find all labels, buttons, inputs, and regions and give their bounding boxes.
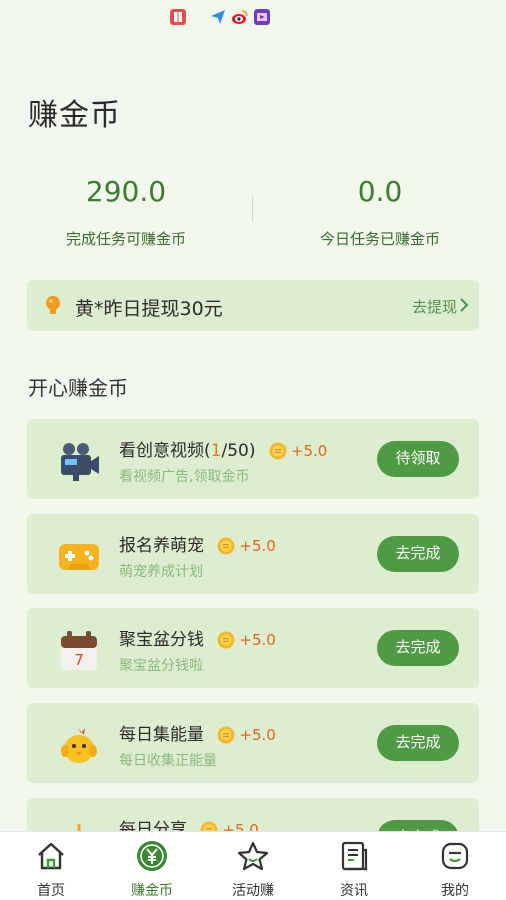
nav-item-earn[interactable]: 赚金币 bbox=[102, 832, 202, 900]
nav-item-activity[interactable]: 活动赚 bbox=[203, 832, 303, 900]
task-title-text: 每日集能量 bbox=[119, 725, 204, 745]
task-card-treasure: 7 聚宝盆分钱 +5.0 聚宝盆分钱啦 去完成 bbox=[27, 608, 479, 688]
nav-label-home: 首页 bbox=[37, 883, 65, 899]
coin-icon bbox=[217, 537, 235, 555]
nav-item-home[interactable]: 首页 bbox=[1, 832, 101, 900]
task-title-text: 看创意视频 bbox=[119, 441, 204, 461]
lightbulb-icon bbox=[46, 296, 60, 314]
coin-icon bbox=[217, 726, 235, 744]
nav-label-profile: 我的 bbox=[441, 883, 469, 899]
available-coins-label: 完成任务可赚金币 bbox=[65, 230, 186, 248]
coin-icon bbox=[217, 631, 235, 649]
task-title: 看创意视频(1/50) +5.0 bbox=[119, 436, 327, 461]
calendar-day: 7 bbox=[74, 651, 84, 669]
progress-open: ( bbox=[204, 441, 211, 461]
complete-button[interactable]: 去完成 bbox=[377, 630, 459, 666]
bottom-nav: 首页 赚金币 活动赚 资讯 我的 bbox=[0, 831, 506, 900]
task-title: 每日集能量 +5.0 bbox=[119, 720, 276, 745]
nav-item-profile[interactable]: 我的 bbox=[405, 832, 505, 900]
page-title: 赚金币 bbox=[28, 98, 121, 133]
task-title: 报名养萌宠 +5.0 bbox=[119, 531, 276, 556]
task-reward: +5.0 bbox=[239, 537, 276, 555]
send-app-icon bbox=[211, 10, 225, 24]
task-title: 聚宝盆分钱 +5.0 bbox=[119, 625, 276, 650]
chevron-right-icon bbox=[460, 298, 469, 312]
nav-item-news[interactable]: 资讯 bbox=[304, 832, 404, 900]
stat-earned-today: 0.0 今日任务已赚金币 bbox=[260, 175, 500, 249]
withdraw-link[interactable]: 去提现 bbox=[412, 296, 457, 317]
status-bar bbox=[0, 0, 506, 34]
task-subtitle: 看视频广告,领取金币 bbox=[119, 469, 250, 485]
news-icon bbox=[341, 841, 368, 871]
task-card-pet: 报名养萌宠 +5.0 萌宠养成计划 去完成 bbox=[27, 514, 479, 594]
earned-today-value: 0.0 bbox=[357, 175, 403, 208]
complete-button[interactable]: 去完成 bbox=[377, 725, 459, 761]
chick-icon bbox=[61, 727, 97, 763]
book-app-icon bbox=[170, 9, 186, 25]
video-app-icon bbox=[254, 9, 270, 25]
task-reward: +5.0 bbox=[239, 631, 276, 649]
task-title-text: 报名养萌宠 bbox=[119, 536, 204, 556]
section-title: 开心赚金币 bbox=[28, 376, 128, 400]
task-subtitle: 萌宠养成计划 bbox=[119, 564, 203, 580]
withdraw-notice-banner[interactable]: 黄*昨日提现30元 去提现 bbox=[27, 280, 479, 331]
task-subtitle: 每日收集正能量 bbox=[119, 753, 217, 769]
task-progress: (1/50) bbox=[204, 441, 255, 461]
star-icon bbox=[237, 841, 269, 871]
calendar-icon: 7 bbox=[61, 631, 97, 670]
task-card-video: 看创意视频(1/50) +5.0 看视频广告,领取金币 待领取 bbox=[27, 419, 479, 499]
task-title-text: 聚宝盆分钱 bbox=[119, 630, 204, 650]
coin-icon bbox=[269, 442, 287, 460]
task-card-energy: 每日集能量 +5.0 每日收集正能量 去完成 bbox=[27, 703, 479, 783]
progress-total: /50) bbox=[221, 441, 256, 461]
game-controller-icon bbox=[59, 544, 99, 570]
available-coins-value: 290.0 bbox=[85, 175, 167, 208]
stat-available-coins: 290.0 完成任务可赚金币 bbox=[6, 175, 246, 249]
yuan-coin-icon bbox=[137, 841, 167, 871]
nav-label-activity: 活动赚 bbox=[232, 883, 274, 899]
claim-button[interactable]: 待领取 bbox=[377, 441, 459, 477]
complete-button[interactable]: 去完成 bbox=[377, 536, 459, 572]
nav-label-earn: 赚金币 bbox=[131, 883, 173, 899]
earned-today-label: 今日任务已赚金币 bbox=[319, 230, 440, 248]
task-reward: +5.0 bbox=[239, 726, 276, 744]
notice-text: 黄*昨日提现30元 bbox=[75, 298, 223, 320]
task-reward: +5.0 bbox=[290, 442, 328, 460]
video-camera-icon bbox=[61, 443, 99, 481]
progress-done: 1 bbox=[210, 441, 222, 461]
weibo-icon bbox=[232, 10, 248, 24]
profile-icon bbox=[441, 842, 469, 870]
home-icon bbox=[38, 842, 64, 870]
nav-label-news: 资讯 bbox=[340, 883, 368, 899]
notification-icons bbox=[170, 9, 276, 25]
stats-divider bbox=[252, 196, 253, 222]
task-subtitle: 聚宝盆分钱啦 bbox=[119, 658, 203, 674]
